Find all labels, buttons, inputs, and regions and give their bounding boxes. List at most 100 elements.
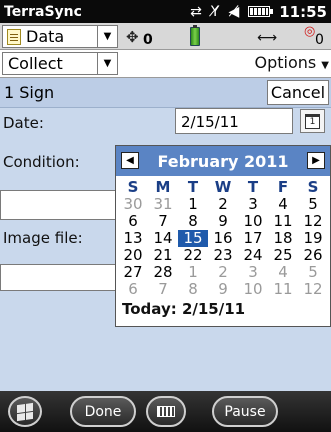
calendar-day[interactable]: 5 — [298, 196, 328, 213]
day-of-week: F — [277, 178, 289, 196]
connection-arrows-icon[interactable]: ⟷ — [257, 30, 277, 46]
calendar-week-row: 13 14 15 16 17 18 19 — [118, 230, 328, 247]
options-menu[interactable]: Options ▼ — [254, 53, 329, 72]
start-button[interactable] — [8, 396, 42, 427]
calendar-day[interactable]: 9 — [208, 213, 238, 230]
calendar-day[interactable]: 1 — [178, 196, 208, 213]
calendar-day[interactable]: 22 — [178, 247, 208, 264]
collect-menu[interactable]: Collect ▼ — [2, 52, 118, 75]
calendar-day[interactable]: 10 — [238, 213, 268, 230]
day-of-week: S — [127, 178, 139, 196]
windows-flag-icon — [17, 402, 33, 421]
calendar-day[interactable]: 28 — [148, 264, 178, 281]
calendar-day[interactable]: 17 — [238, 230, 268, 247]
calendar-week-row: 6 7 8 9 10 11 12 — [118, 213, 328, 230]
bottom-bar: Done Pause — [0, 391, 331, 432]
calendar-day[interactable]: 8 — [178, 281, 208, 298]
calendar-day[interactable]: 30 — [118, 196, 148, 213]
calendar-day[interactable]: 14 — [148, 230, 178, 247]
calendar-day[interactable]: 3 — [238, 264, 268, 281]
volume-icon[interactable]: ◀̸ — [228, 4, 239, 20]
calendar-icon: 1 — [305, 113, 320, 129]
calendar-day[interactable]: 31 — [148, 196, 178, 213]
calendar-week-row: 6 7 8 9 10 11 12 — [118, 281, 328, 298]
calendar-day[interactable]: 7 — [148, 213, 178, 230]
image-file-label: Image file: — [3, 229, 83, 247]
calendar-month-label[interactable]: February 2011 — [116, 152, 330, 171]
signal-no-service-icon[interactable]: Y̸ — [211, 4, 220, 20]
chevron-down-icon[interactable]: ▼ — [97, 26, 117, 47]
calendar-day[interactable]: 27 — [118, 264, 148, 281]
collect-menu-label: Collect — [8, 54, 63, 73]
date-field[interactable]: 2/15/11 — [175, 108, 293, 134]
date-label: Date: — [3, 114, 44, 132]
day-of-week: T — [247, 178, 259, 196]
calendar-week-row: 27 28 1 2 3 4 5 — [118, 264, 328, 281]
status-icons: ⇄ Y̸ ◀̸ 11:55 — [190, 0, 331, 23]
calendar-day[interactable]: 10 — [238, 281, 268, 298]
pause-button[interactable]: Pause — [212, 396, 278, 427]
calendar-week-row: 20 21 22 23 24 25 26 — [118, 247, 328, 264]
day-of-week: W — [214, 178, 232, 196]
calendar-day[interactable]: 13 — [118, 230, 148, 247]
calendar-day[interactable]: 12 — [298, 213, 328, 230]
toolbar-row-2: Collect ▼ Options ▼ — [0, 50, 331, 78]
calendar-day[interactable]: 6 — [118, 281, 148, 298]
calendar-day[interactable]: 18 — [268, 230, 298, 247]
sync-arrows-icon[interactable]: ⇄ — [190, 4, 202, 20]
calendar-day[interactable]: 11 — [268, 213, 298, 230]
keyboard-button[interactable] — [146, 396, 186, 427]
calendar-day[interactable]: 25 — [268, 247, 298, 264]
calendar-day[interactable]: 7 — [148, 281, 178, 298]
calendar-day[interactable]: 4 — [268, 196, 298, 213]
battery-icon[interactable] — [248, 6, 274, 17]
form-header: 1 Sign Cancel — [0, 78, 331, 108]
calendar-day[interactable]: 1 — [178, 264, 208, 281]
calendar-day[interactable]: 2 — [208, 196, 238, 213]
calendar-day[interactable]: 2 — [208, 264, 238, 281]
calendar-day[interactable]: 12 — [298, 281, 328, 298]
day-of-week: S — [307, 178, 319, 196]
calendar-grid: S M T W T F S 30 31 1 2 3 4 5 6 7 8 9 10 11 12 13 14 15 1… — [118, 179, 328, 298]
calendar-week-row: 30 31 1 2 3 4 5 — [118, 196, 328, 213]
condition-label: Condition: — [3, 153, 80, 171]
day-of-week: T — [187, 178, 199, 196]
gnss-status[interactable]: ✥ 0 ⟷ ◎ 0 — [124, 24, 330, 48]
app-title: TerraSync — [4, 3, 82, 20]
date-picker-popup: ◀ February 2011 ▶ S M T W T F S 30 31 1 2 3 4… — [115, 145, 331, 327]
next-month-button[interactable]: ▶ — [307, 152, 325, 169]
satellite-icon[interactable]: ✥ — [126, 28, 139, 46]
today-link[interactable]: Today: 2/15/11 — [122, 300, 245, 318]
calendar-day[interactable]: 21 — [148, 247, 178, 264]
days-of-week-row: S M T W T F S — [118, 179, 328, 196]
calendar-day[interactable]: 20 — [118, 247, 148, 264]
data-menu[interactable]: Data ▼ — [2, 25, 118, 48]
calendar-day[interactable]: 6 — [118, 213, 148, 230]
chevron-down-icon[interactable]: ▼ — [97, 53, 117, 74]
calendar-day[interactable]: 8 — [178, 213, 208, 230]
calendar-header: ◀ February 2011 ▶ — [116, 146, 330, 176]
clock[interactable]: 11:55 — [279, 3, 327, 21]
day-of-week: M — [155, 178, 171, 196]
calendar-day[interactable]: 23 — [208, 247, 238, 264]
form-title: 1 Sign — [4, 83, 55, 102]
gnss-record-icon[interactable]: ◎ — [304, 24, 315, 39]
calendar-button[interactable]: 1 — [300, 109, 325, 133]
receiver-battery-icon[interactable] — [190, 25, 200, 46]
cancel-button[interactable]: Cancel — [267, 80, 329, 105]
calendar-day-selected[interactable]: 15 — [178, 230, 208, 247]
calendar-day[interactable]: 26 — [298, 247, 328, 264]
calendar-day[interactable]: 5 — [298, 264, 328, 281]
calendar-day[interactable]: 16 — [208, 230, 238, 247]
calendar-day[interactable]: 19 — [298, 230, 328, 247]
calendar-day[interactable]: 9 — [208, 281, 238, 298]
chevron-down-icon: ▼ — [321, 60, 329, 71]
calendar-day[interactable]: 3 — [238, 196, 268, 213]
calendar-day[interactable]: 11 — [268, 281, 298, 298]
options-label: Options — [254, 53, 317, 72]
calendar-day[interactable]: 24 — [238, 247, 268, 264]
gnss-count: 0 — [315, 32, 324, 48]
done-button[interactable]: Done — [70, 396, 136, 427]
document-icon — [7, 28, 21, 45]
calendar-day[interactable]: 4 — [268, 264, 298, 281]
